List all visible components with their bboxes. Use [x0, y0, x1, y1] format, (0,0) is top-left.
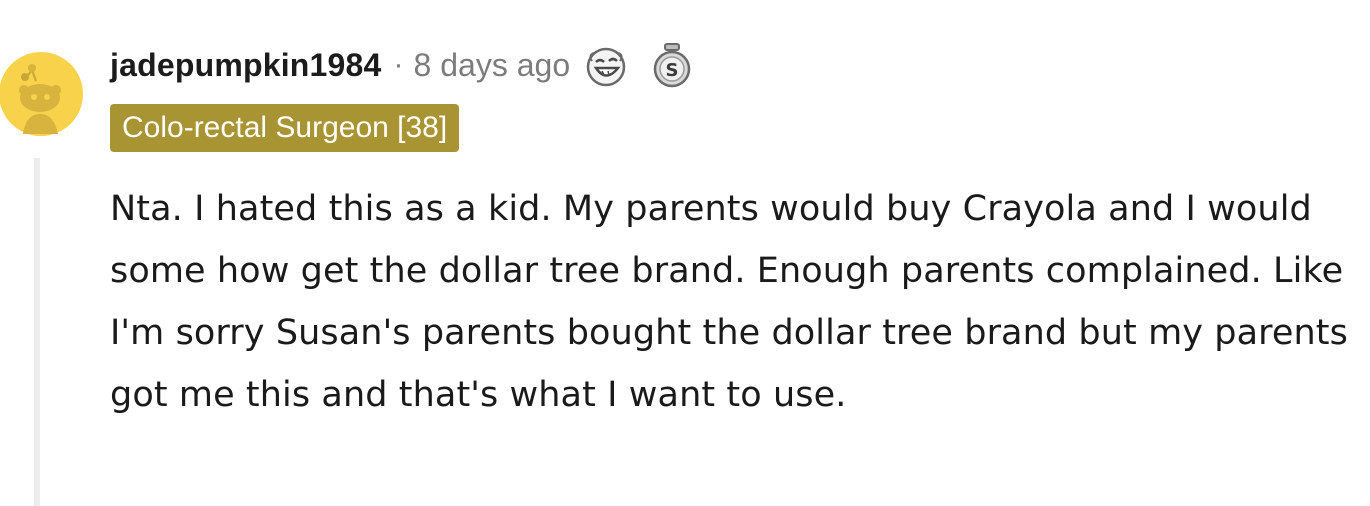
comment-meta: jadepumpkin1984 · 8 days ago S [110, 40, 696, 90]
username-link[interactable]: jadepumpkin1984 [110, 47, 382, 84]
svg-text:S: S [666, 60, 679, 81]
comment-body: Nta. I hated this as a kid. My parents w… [110, 189, 1348, 415]
user-flair-badge: Colo-rectal Surgeon [38] [110, 104, 460, 152]
avatar[interactable] [0, 48, 86, 138]
silver-coin-award-icon[interactable]: S [648, 41, 696, 89]
comment: jadepumpkin1984 · 8 days ago S Colo-rect… [0, 0, 1370, 506]
thread-collapse-line[interactable] [34, 158, 40, 506]
meta-separator: · [393, 48, 404, 81]
laughing-face-award-icon[interactable] [582, 41, 630, 89]
timestamp-link[interactable]: 8 days ago [414, 47, 571, 84]
